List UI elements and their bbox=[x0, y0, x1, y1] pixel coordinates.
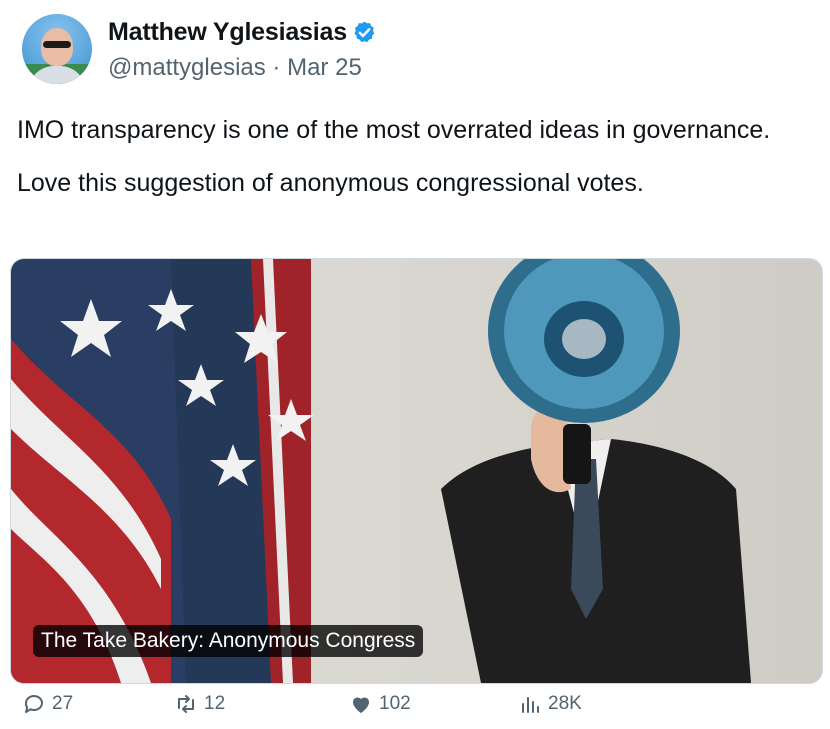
reply-button[interactable]: 27 bbox=[22, 692, 73, 716]
reply-count: 27 bbox=[52, 693, 74, 714]
author-handle[interactable]: @mattyglesias bbox=[108, 54, 266, 81]
media-illustration bbox=[11, 259, 751, 683]
retweet-button[interactable]: 12 bbox=[174, 692, 225, 716]
tweet-media-image[interactable]: The Take Bakery: Anonymous Congress bbox=[10, 258, 823, 684]
american-flag bbox=[11, 259, 314, 683]
handle-date-separator: · bbox=[272, 54, 281, 81]
retweet-count: 12 bbox=[204, 693, 226, 714]
like-button[interactable]: 102 bbox=[349, 692, 411, 716]
tweet-text: IMO transparency is one of the most over… bbox=[17, 112, 807, 218]
author-name[interactable]: Matthew Yglesiasias bbox=[108, 18, 347, 47]
views-count: 28K bbox=[548, 693, 582, 714]
tweet-paragraph: Love this suggestion of anonymous congre… bbox=[17, 169, 644, 197]
tweet-header: Matthew Yglesiasias @mattyglesias · Mar … bbox=[22, 12, 812, 88]
media-caption: The Take Bakery: Anonymous Congress bbox=[33, 625, 424, 657]
man-with-megaphone bbox=[441, 259, 751, 683]
avatar[interactable] bbox=[22, 14, 92, 84]
verified-badge-icon bbox=[352, 20, 377, 45]
retweet-icon bbox=[178, 695, 194, 713]
like-count: 102 bbox=[379, 693, 411, 714]
heart-icon bbox=[353, 697, 369, 713]
handle-row: @mattyglesias · Mar 25 bbox=[108, 54, 362, 82]
reply-icon bbox=[24, 695, 43, 713]
author-name-row: Matthew Yglesiasias bbox=[108, 18, 377, 47]
tweet-actions-bar: 27 12 102 28K bbox=[22, 692, 812, 724]
tweet-date[interactable]: Mar 25 bbox=[287, 54, 362, 81]
tweet-paragraph: IMO transparency is one of the most over… bbox=[17, 116, 771, 144]
views-chart-icon bbox=[522, 697, 539, 713]
views-button[interactable]: 28K bbox=[518, 692, 582, 716]
